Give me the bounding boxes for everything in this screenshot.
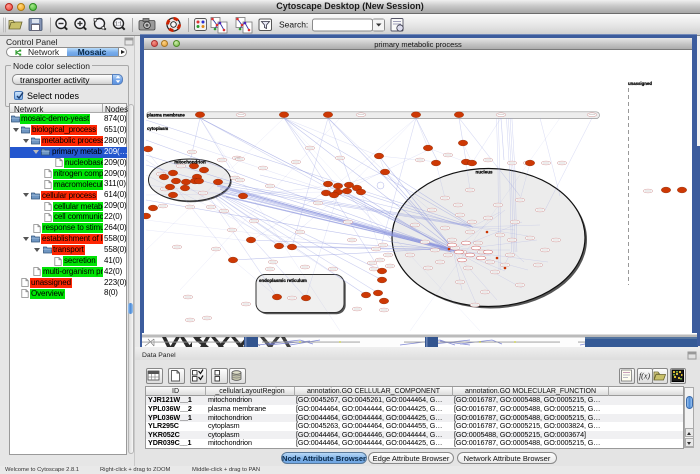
svg-text:Search:: Search: [279, 20, 308, 30]
svg-text:plasma membrane: plasma membrane [147, 113, 185, 118]
svg-text:unassigned: unassigned [628, 81, 652, 86]
svg-text:f(x): f(x) [639, 372, 650, 381]
svg-text:nucleus: nucleus [475, 170, 493, 175]
svg-text:mitochondrion: mitochondrion [174, 160, 206, 165]
svg-text:cytoplasm: cytoplasm [147, 126, 168, 131]
svg-text:endoplasmic reticulum: endoplasmic reticulum [259, 278, 307, 283]
svg-text:1:1: 1:1 [115, 22, 122, 28]
